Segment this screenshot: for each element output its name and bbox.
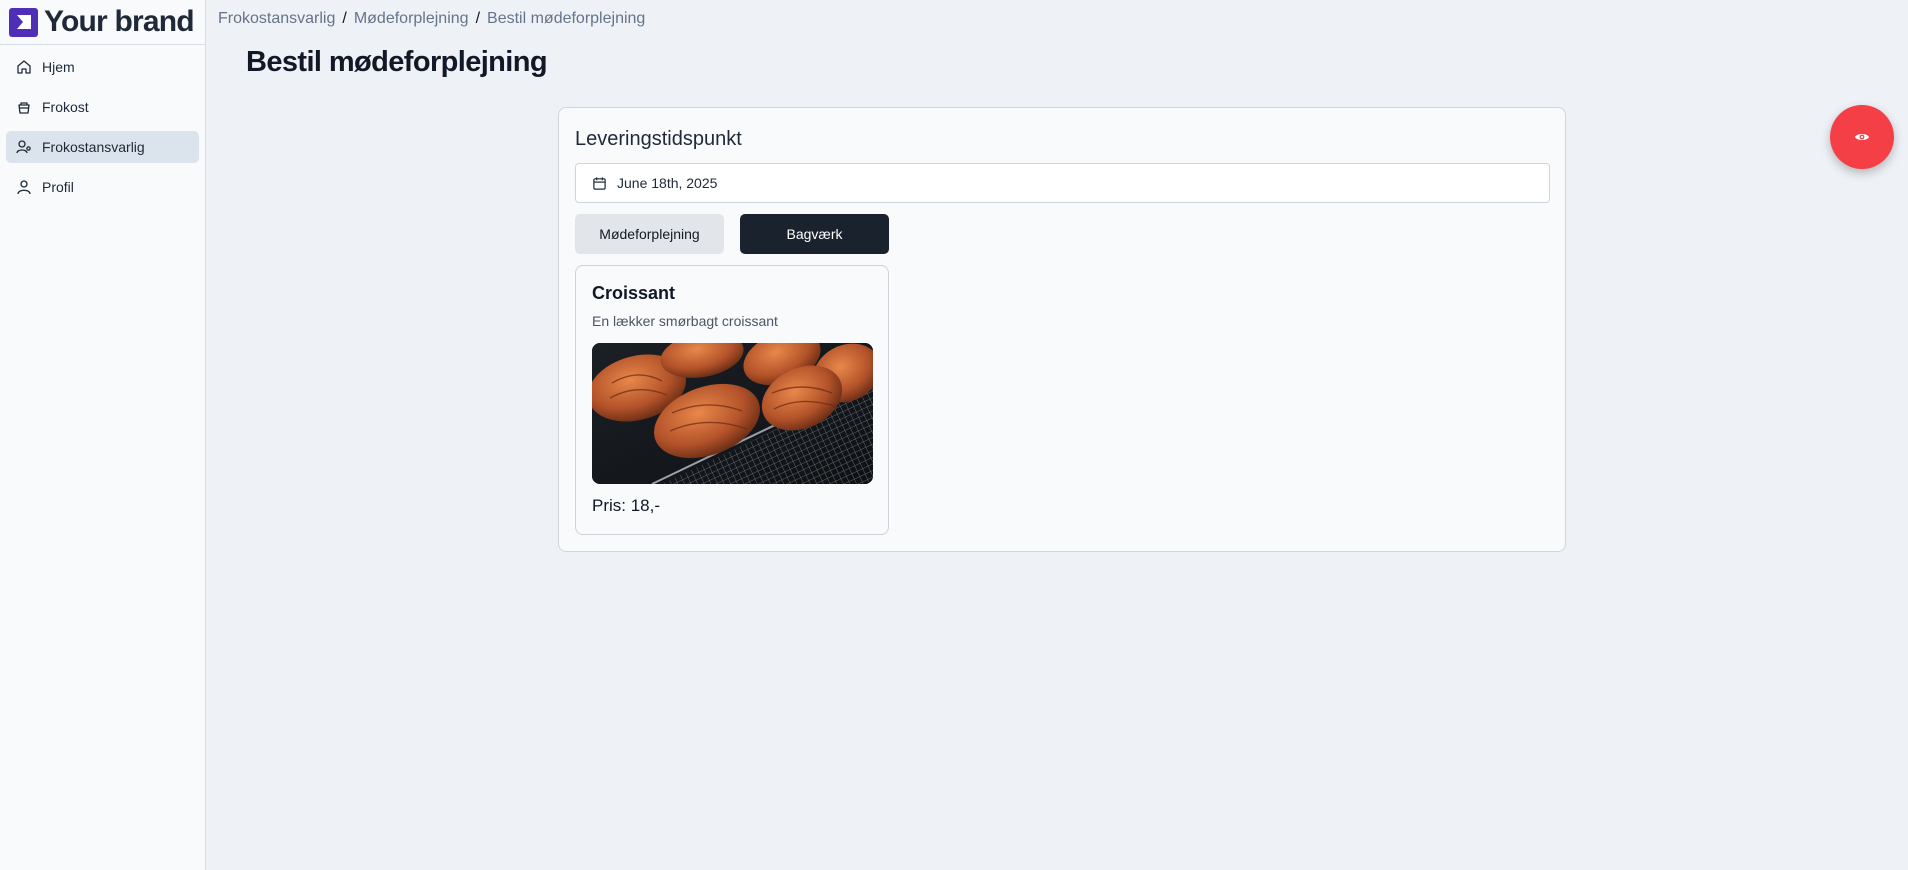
lunch-bag-icon (16, 99, 32, 115)
home-icon (16, 59, 32, 75)
sidebar-item-label: Hjem (42, 59, 75, 75)
tab-bagvaerk[interactable]: Bagværk (740, 214, 889, 254)
brand-logo-icon (9, 7, 38, 37)
product-price: Pris: 18,- (592, 496, 661, 515)
page-title: Bestil mødeforplejning (246, 46, 548, 78)
breadcrumb-item-frokostansvarlig[interactable]: Frokostansvarlig (218, 10, 335, 28)
sidebar-nav: Hjem Frokost Frokostansvarlig Profil (0, 45, 205, 217)
user-settings-icon (16, 139, 32, 155)
tab-modeforplejning[interactable]: Mødeforplejning (575, 214, 724, 254)
sidebar-item-hjem[interactable]: Hjem (6, 51, 199, 83)
product-name: Croissant (592, 283, 676, 303)
order-card: Leveringstidspunkt June 18th, 2025 Mødef… (558, 107, 1566, 552)
sidebar-item-label: Profil (42, 179, 74, 195)
sidebar-item-label: Frokost (42, 99, 89, 115)
brand-name: Your brand (44, 5, 195, 38)
sidebar: Your brand Hjem Frokost Frokostansvarlig… (0, 0, 206, 870)
breadcrumb: Frokostansvarlig / Mødeforplejning / Bes… (218, 10, 645, 28)
breadcrumb-item-modeforplejning[interactable]: Mødeforplejning (354, 10, 469, 28)
brand[interactable]: Your brand (0, 0, 205, 45)
delivery-date-picker[interactable]: June 18th, 2025 (575, 163, 1550, 203)
delivery-time-heading: Leveringstidspunkt (575, 128, 742, 150)
sidebar-item-profil[interactable]: Profil (6, 171, 199, 203)
breadcrumb-separator: / (342, 10, 347, 27)
croissants-on-rack-image (592, 343, 873, 484)
product-card[interactable]: Croissant En lækker smørbagt croissant P… (575, 265, 889, 535)
preview-fab-button[interactable] (1830, 105, 1894, 169)
user-icon (16, 179, 32, 195)
sidebar-item-frokostansvarlig[interactable]: Frokostansvarlig (6, 131, 199, 163)
product-description: En lækker smørbagt croissant (592, 313, 778, 329)
breadcrumb-item-current: Bestil mødeforplejning (487, 10, 646, 27)
sidebar-item-label: Frokostansvarlig (42, 139, 145, 155)
delivery-date-value: June 18th, 2025 (617, 175, 718, 191)
eye-icon (1855, 134, 1869, 140)
breadcrumb-separator: / (475, 10, 481, 27)
sidebar-item-frokost[interactable]: Frokost (6, 91, 199, 123)
app: Your brand Hjem Frokost Frokostansvarlig… (0, 0, 1908, 870)
calendar-icon (593, 176, 606, 190)
